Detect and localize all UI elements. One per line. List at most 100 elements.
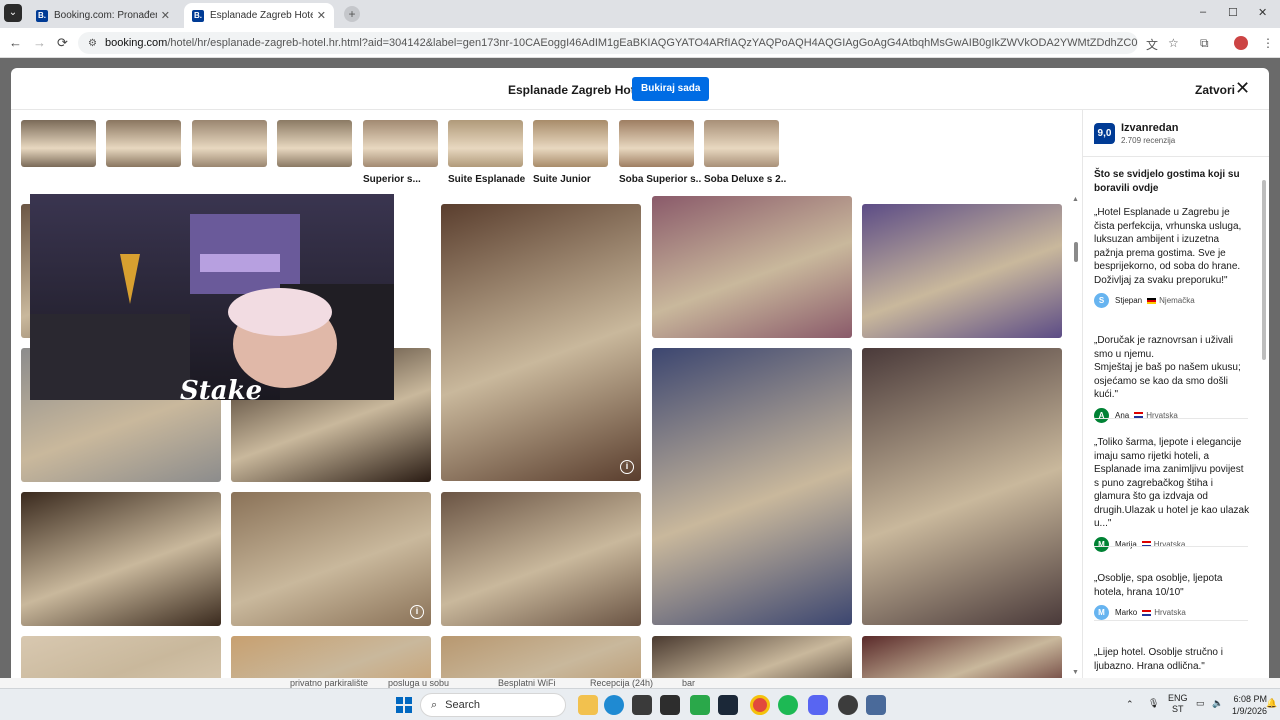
reload-icon[interactable]: ⟳ [57,35,68,51]
room-type-thumb[interactable] [448,120,523,167]
app-icon-2[interactable] [838,695,858,715]
steam-icon[interactable] [718,695,738,715]
review-author: M Marija Hrvatska [1094,536,1250,552]
room-type-thumb[interactable] [533,120,608,167]
photo-bottom-2[interactable] [231,636,431,678]
microphone-icon[interactable]: 🎙 [1148,698,1159,709]
review-card: „Lijep hotel. Osoblje stručno i ljubazno… [1094,646,1250,673]
window-close-icon[interactable]: ✕ [1258,6,1267,19]
room-type-thumb[interactable] [192,120,267,167]
room-type-thumb[interactable] [106,120,181,167]
webcam-image [30,194,394,400]
room-type-label[interactable]: Suite Esplanade [448,174,530,185]
scrollbar-thumb[interactable] [1262,180,1266,360]
reviews-scrollbar[interactable] [1260,170,1268,678]
review-card: „Doručak je raznovrsan i uživali smo u n… [1094,334,1250,423]
reviewer-country: Njemačka [1159,296,1195,305]
notifications-icon[interactable]: 🔔 [1266,698,1277,709]
review-text: „Lijep hotel. Osoblje stručno i ljubazno… [1094,647,1223,672]
photo-aerial-night[interactable] [652,348,852,625]
photo-iron-gate[interactable] [21,492,221,626]
country-flag-icon [1142,609,1152,616]
review-score-badge: 9,0 [1094,123,1115,144]
spotify-icon[interactable] [778,695,798,715]
facility-item: posluga u sobu [388,678,450,688]
windows-start-icon[interactable] [396,697,412,713]
file-explorer-icon[interactable] [578,695,598,715]
close-button[interactable]: Zatvori [1195,83,1235,97]
network-icon[interactable]: ▭ [1196,698,1205,709]
room-type-thumb[interactable] [704,120,779,167]
site-info-icon[interactable]: ⚙ [88,38,97,49]
edge-icon[interactable] [604,695,624,715]
review-author: M Marko Hrvatska [1094,605,1250,620]
back-icon[interactable]: ← [9,35,22,50]
taskbar-clock[interactable]: 6:08 PM 1/9/2026 [1232,693,1267,717]
modal-header: Esplanade Zagreb Hotel Bukiraj sada Zatv… [11,68,1269,110]
language-indicator[interactable]: ENG ST [1168,693,1188,715]
info-icon[interactable]: i [620,460,634,474]
review-divider [1094,418,1248,419]
room-type-label[interactable]: Soba Superior s... [619,174,701,185]
address-bar[interactable]: ⚙ booking.com /hotel/hr/esplanade-zagreb… [78,32,1138,54]
reviewer-name: Stjepan [1115,296,1143,305]
photo-dress-carpet[interactable] [652,196,852,338]
room-type-thumb[interactable] [21,120,96,167]
reviewer-name: Marija [1115,539,1137,549]
photo-bedroom[interactable]: i [231,492,431,626]
info-icon[interactable]: i [410,605,424,619]
photo-bottom-3[interactable] [441,636,641,678]
store-icon[interactable] [632,695,652,715]
browser-tab-hotel[interactable]: B. Esplanade Zagreb Hotel, Zagreb ✕ [184,3,334,28]
room-type-label[interactable]: Soba Deluxe s 2... [704,174,786,185]
photo-bottom-5[interactable] [862,636,1062,678]
room-type-thumb[interactable] [619,120,694,167]
tab-close-icon[interactable]: ✕ [161,9,170,22]
tray-overflow-icon[interactable]: ⌃ [1126,699,1134,710]
browser-tab-bar: ⌄ B. Booking.com: Pronađeni rezult ✕ B. … [0,0,1280,28]
photo-facade-night-purple[interactable] [862,204,1062,338]
room-type-thumb[interactable] [363,120,438,167]
extensions-icon[interactable]: ⧉ [1200,36,1209,51]
browser-tab-search-results[interactable]: B. Booking.com: Pronađeni rezult ✕ [28,3,178,28]
volume-icon[interactable]: 🔈 [1212,698,1223,709]
app-icon[interactable] [660,695,680,715]
minimize-icon[interactable]: – [1200,6,1206,18]
scroll-down-icon[interactable]: ▼ [1072,669,1079,676]
reviewer-country: Hrvatska [1153,539,1186,549]
book-now-button[interactable]: Bukiraj sada [632,77,710,101]
room-type-label[interactable]: Suite Junior [533,174,615,185]
facility-item: Besplatni WiFi [498,678,556,688]
divider [1083,156,1269,157]
xbox-icon[interactable] [690,695,710,715]
language-code: ENG [1168,693,1188,703]
close-icon[interactable]: ✕ [1235,79,1250,97]
room-type-label[interactable]: Superior s... [363,174,445,185]
photo-library-lady[interactable]: i [441,204,641,481]
room-type-thumb[interactable] [277,120,352,167]
new-tab-icon[interactable]: + [344,6,360,22]
forward-icon[interactable]: → [33,35,46,50]
avatar: M [1094,536,1109,552]
review-count[interactable]: 2.709 recenzija [1121,136,1175,145]
scrollbar-thumb[interactable] [1074,242,1078,262]
chrome-icon[interactable] [750,695,770,715]
discord-icon[interactable] [808,695,828,715]
tab-close-icon[interactable]: ✕ [317,9,326,22]
browser-menu-icon[interactable]: ⋮ [1262,36,1274,50]
settings-icon[interactable] [866,695,886,715]
reviewer-country: Hrvatska [1154,608,1186,617]
photo-lion-statue[interactable] [441,492,641,626]
translate-icon[interactable]: 文 [1146,36,1158,53]
taskbar-search[interactable]: ⌕ Search [420,693,566,717]
avatar: S [1094,293,1109,308]
gallery-scrollbar[interactable]: ▲ ▼ [1071,196,1081,678]
profile-avatar-icon[interactable] [1234,36,1248,50]
photo-dessert-plate[interactable] [862,348,1062,625]
bookmark-star-icon[interactable]: ☆ [1168,36,1179,50]
scroll-up-icon[interactable]: ▲ [1072,196,1079,203]
maximize-icon[interactable]: ☐ [1228,6,1238,19]
photo-bottom-1[interactable] [21,636,221,678]
photo-bottom-4[interactable] [652,636,852,678]
tab-search-menu-icon[interactable]: ⌄ [4,4,22,22]
